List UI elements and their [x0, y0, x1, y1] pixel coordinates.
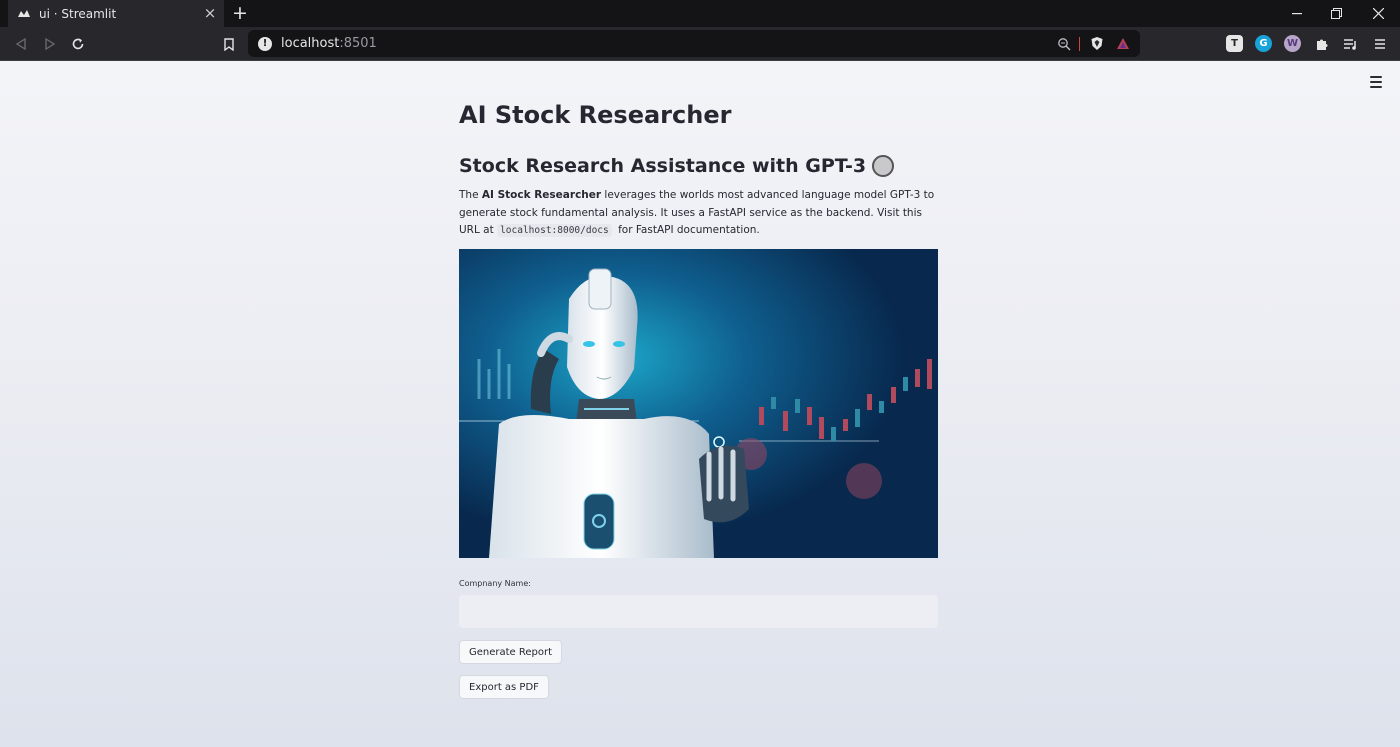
tab-title: ui · Streamlit — [39, 6, 117, 21]
extensions-puzzle-icon[interactable] — [1313, 35, 1330, 52]
url-text: localhost:8501 — [281, 36, 377, 51]
page-title: AI Stock Researcher — [459, 101, 732, 129]
browser-toolbar: ! localhost:8501 T G W — [0, 27, 1400, 61]
company-name-label: Compnany Name: — [459, 579, 531, 588]
waving-hand-icon — [872, 155, 895, 177]
close-window-icon[interactable] — [1356, 0, 1400, 27]
page-subtitle: Stock Research Assistance with GPT-3 — [459, 155, 895, 177]
browser-tab-bar: ui · Streamlit × + — [0, 0, 1400, 27]
browser-menu-icon[interactable] — [1371, 35, 1388, 52]
brave-rewards-icon[interactable] — [1116, 37, 1130, 50]
new-tab-icon[interactable]: + — [232, 3, 248, 23]
zoom-icon[interactable] — [1057, 37, 1071, 51]
export-pdf-button[interactable]: Export as PDF — [459, 675, 549, 699]
site-info-icon[interactable]: ! — [258, 36, 272, 51]
extension-w-icon[interactable]: W — [1284, 35, 1301, 52]
company-name-input[interactable] — [459, 595, 938, 628]
app-name-bold: AI Stock Researcher — [481, 189, 602, 201]
streamlit-page: AI Stock Researcher Stock Research Assis… — [0, 61, 1400, 747]
minimize-icon[interactable] — [1275, 0, 1319, 27]
app-menu-icon[interactable] — [1370, 76, 1382, 91]
reload-icon[interactable] — [68, 34, 88, 54]
media-playlist-icon[interactable] — [1342, 35, 1359, 52]
restore-icon[interactable] — [1314, 0, 1358, 27]
streamlit-favicon-icon — [18, 10, 30, 17]
generate-report-button[interactable]: Generate Report — [459, 640, 563, 664]
extension-t-icon[interactable]: T — [1226, 35, 1243, 52]
description: The AI Stock Researcher leverages the wo… — [459, 189, 935, 237]
brave-shield-icon[interactable] — [1090, 36, 1104, 51]
subtitle-text: Stock Research Assistance with GPT-3 — [459, 155, 867, 177]
docs-url-code: localhost:8000/docs — [497, 224, 612, 237]
address-bar[interactable]: ! localhost:8501 — [248, 30, 1140, 57]
grammarly-icon[interactable]: G — [1255, 35, 1272, 52]
forward-icon[interactable] — [40, 34, 60, 54]
browser-tab[interactable]: ui · Streamlit × — [8, 0, 224, 27]
robot-stock-image — [459, 249, 938, 558]
bookmark-icon[interactable] — [219, 34, 239, 54]
tab-close-icon[interactable]: × — [202, 0, 218, 27]
back-icon[interactable] — [11, 34, 31, 54]
